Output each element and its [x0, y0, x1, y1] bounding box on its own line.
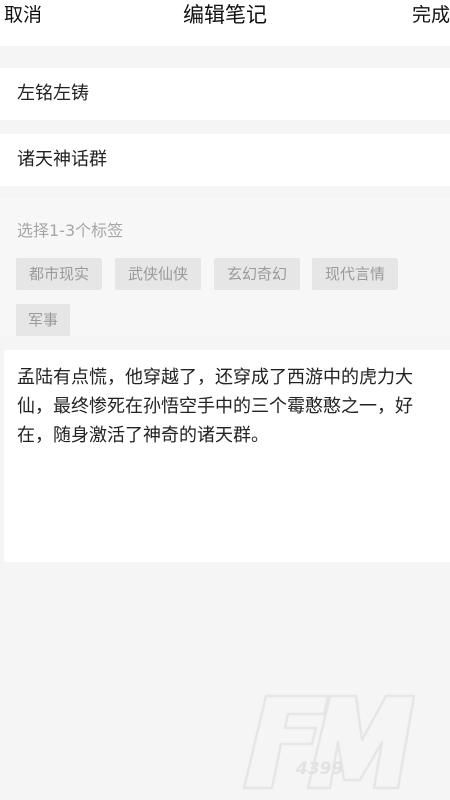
fm-4399-watermark-logo: 4399 [242, 694, 416, 790]
page-title: 编辑笔记 [183, 3, 267, 27]
tag-option[interactable]: 军事 [16, 304, 70, 336]
group-field[interactable]: 诸天神话群 [0, 134, 450, 186]
note-content-textarea[interactable]: 孟陆有点慌，他穿越了，还穿成了西游中的虎力大仙，最终惨死在孙悟空手中的三个霉憨憨… [4, 350, 450, 562]
tag-selector: 选择1-3个标签 都市现实 武侠仙侠 玄幻奇幻 现代言情 军事 [0, 198, 450, 336]
tag-option[interactable]: 玄幻奇幻 [214, 258, 300, 290]
top-bar: 取消 编辑笔记 完成 [0, 0, 450, 46]
tag-option[interactable]: 武侠仙侠 [115, 258, 201, 290]
done-button[interactable]: 完成 [412, 2, 450, 28]
author-field[interactable]: 左铭左铸 [0, 68, 450, 120]
tag-option[interactable]: 现代言情 [312, 258, 398, 290]
watermark-sub-text: 4399 [295, 759, 343, 779]
tag-hint: 选择1-3个标签 [17, 221, 124, 240]
tag-option[interactable]: 都市现实 [16, 258, 102, 290]
